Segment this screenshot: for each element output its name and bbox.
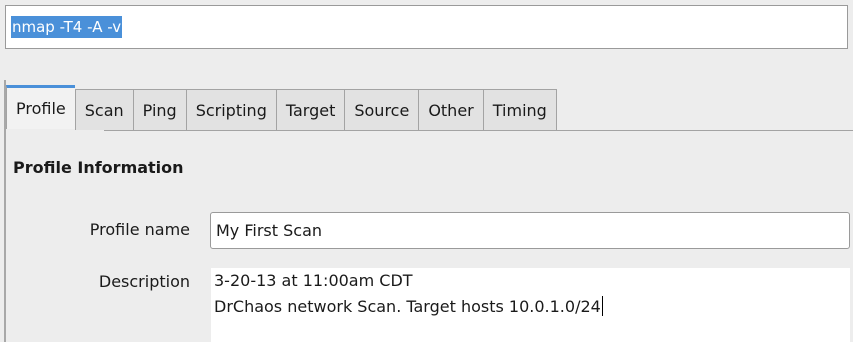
profile-name-value: My First Scan bbox=[216, 221, 323, 240]
tab-profile[interactable]: Profile bbox=[6, 85, 75, 129]
profile-name-label: Profile name bbox=[89, 220, 190, 239]
tab-scripting[interactable]: Scripting bbox=[185, 89, 276, 130]
description-line-1: 3-20-13 at 11:00am CDT bbox=[214, 271, 413, 290]
profile-name-input[interactable]: My First Scan bbox=[210, 212, 850, 249]
text-caret bbox=[601, 296, 603, 316]
tab-ping[interactable]: Ping bbox=[132, 89, 186, 130]
tab-target[interactable]: Target bbox=[275, 89, 345, 130]
tab-other[interactable]: Other bbox=[418, 89, 483, 130]
tab-timing[interactable]: Timing bbox=[482, 89, 557, 130]
description-label: Description bbox=[98, 272, 190, 291]
description-textarea[interactable]: 3-20-13 at 11:00am CDT DrChaos network S… bbox=[211, 268, 850, 342]
tab-source[interactable]: Source bbox=[344, 89, 419, 130]
section-title: Profile Information bbox=[13, 158, 184, 177]
tab-divider bbox=[104, 130, 853, 131]
description-line-2: DrChaos network Scan. Target hosts 10.0.… bbox=[214, 296, 603, 316]
command-text-selected[interactable]: nmap -T4 -A -v bbox=[11, 16, 123, 38]
tab-scan[interactable]: Scan bbox=[74, 89, 133, 130]
tab-bar: Profile Scan Ping Scripting Target Sourc… bbox=[6, 85, 557, 130]
command-field[interactable]: nmap -T4 -A -v bbox=[5, 5, 848, 49]
